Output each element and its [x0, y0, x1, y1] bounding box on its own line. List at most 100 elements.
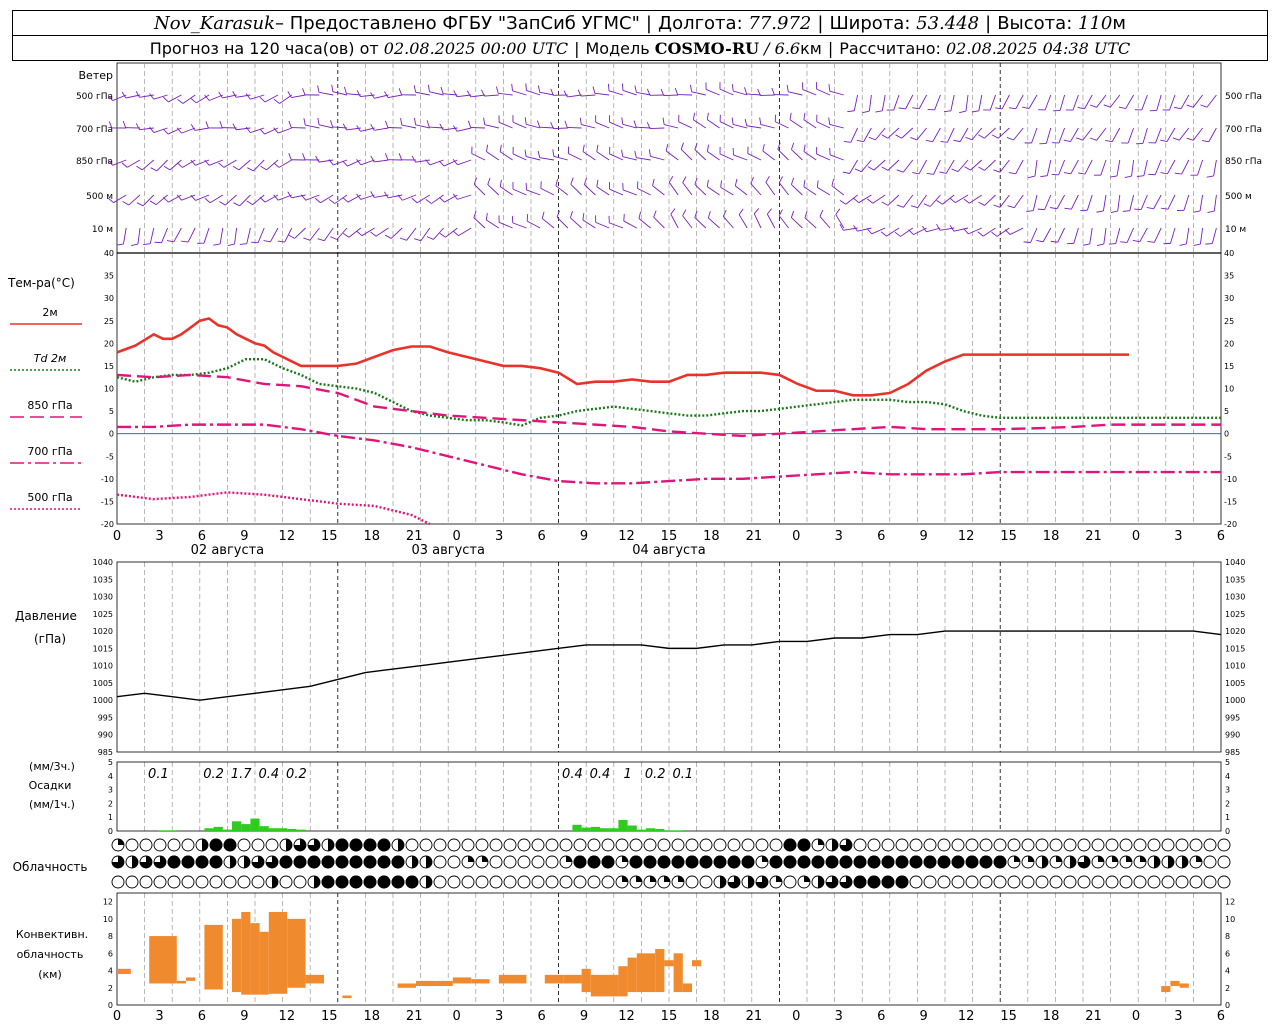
cloud-circle [489, 838, 503, 852]
wind-barb-flag [1200, 104, 1208, 108]
wind-barb-flag [190, 98, 197, 104]
wind-barb [1166, 127, 1176, 142]
wind-barb [1116, 159, 1121, 176]
wind-barb [1153, 194, 1162, 209]
wind-barb-flag [569, 210, 573, 218]
wind-barb [835, 214, 845, 229]
cloud-circle [475, 875, 489, 889]
wind-barb-flag [842, 171, 850, 174]
cloud-circle [559, 838, 573, 852]
wind-barb [1183, 194, 1190, 211]
cloud-circle [657, 838, 671, 852]
precip-bar [158, 830, 168, 831]
cloud-title: Облачность [13, 860, 88, 874]
temp-x-tick: 0 [792, 529, 800, 544]
cloud-symbol [111, 838, 125, 852]
wind-barb [415, 91, 430, 96]
cloud-symbol [993, 875, 1007, 889]
precip-bar [296, 829, 306, 831]
wind-level-label: 700 гПа [76, 125, 113, 135]
cloud-symbol [167, 875, 181, 889]
wind-barb-flag [344, 86, 347, 94]
wind-barb [817, 186, 831, 196]
cloud-symbol [1203, 875, 1217, 889]
wind-barb-flag [766, 208, 772, 215]
cloud-symbol [531, 855, 545, 869]
conv-bar [452, 977, 472, 984]
cloud-circle [433, 838, 447, 852]
cloud-symbol [1119, 855, 1133, 869]
cloud-symbol [937, 875, 951, 889]
temp-legend-label: 2м [42, 306, 57, 319]
wind-barb [1199, 194, 1204, 212]
wind-barb [1185, 227, 1190, 245]
wind-barb [789, 119, 803, 129]
cloud-symbol [783, 855, 797, 869]
cloud-circle [419, 838, 433, 852]
wind-barb-flag [1028, 175, 1036, 179]
cloud-symbol [1161, 855, 1175, 869]
cloud-fill [272, 876, 278, 888]
conv-bar [287, 918, 306, 988]
wind-barb-flag [302, 88, 306, 96]
wind-barb [594, 92, 610, 96]
cloud-fill [1112, 856, 1118, 862]
cloud-symbol [825, 838, 839, 852]
wind-barb [775, 121, 789, 129]
cloud-symbol [475, 838, 489, 852]
cloud-fill [937, 855, 951, 869]
wind-barb [849, 159, 858, 174]
cloud-fill [979, 855, 993, 869]
cloud-fill [748, 876, 754, 888]
wind-barb-flag [662, 117, 665, 125]
wind-barb-flag [963, 198, 970, 204]
conv-x-tick: 9 [240, 1009, 248, 1024]
wind-barb [443, 159, 458, 167]
wind-barb-flag [315, 155, 320, 163]
cloud-symbol [1091, 838, 1105, 852]
temp-tick-left: 40 [104, 249, 114, 258]
cloud-symbol [517, 838, 531, 852]
cloud-symbol [769, 875, 783, 889]
cloud-symbol [531, 875, 545, 889]
cloud-symbol [895, 875, 909, 889]
wind-barb [567, 94, 582, 98]
wind-barb [766, 213, 776, 229]
wind-barb [858, 194, 872, 204]
cloud-fill [783, 855, 797, 869]
conv-x-tick: 15 [1000, 1009, 1017, 1024]
wind-barb-flag [943, 110, 951, 113]
wind-barb [1013, 194, 1024, 208]
cloud-symbol [615, 838, 629, 852]
wind-barb [433, 227, 444, 240]
cloud-circle [125, 838, 139, 852]
cloud-circle [447, 875, 461, 889]
cloud-symbol [181, 875, 195, 889]
wind-barb-flag [895, 134, 902, 139]
wind-barb-flag [204, 197, 211, 204]
cloud-symbol [1077, 855, 1091, 869]
cloud-symbol [587, 838, 601, 852]
wind-barb-flag [259, 197, 266, 203]
cloud-fill [195, 855, 209, 869]
cloud-fill [132, 856, 138, 868]
wind-barb [720, 186, 734, 196]
cloud-fill [286, 839, 292, 851]
precip-tick-right: 1 [1225, 813, 1230, 822]
wind-barb-flag [427, 84, 430, 92]
wind-barb-flag [896, 204, 904, 208]
cloud-circle [559, 875, 573, 889]
wind-barb-flag [218, 162, 225, 168]
cloud-fill [412, 856, 418, 868]
cloud-fill [573, 855, 587, 869]
wind-barb-flag [467, 90, 472, 98]
cloud-circle [1007, 875, 1021, 889]
wind-barb [187, 227, 196, 243]
pressure-tick-left: 1015 [93, 644, 113, 653]
wind-barb-flag [731, 117, 734, 125]
cloud-symbol [307, 875, 321, 889]
cloud-symbol [671, 855, 685, 869]
wind-barb [498, 221, 513, 229]
wind-barb [137, 227, 141, 245]
wind-barb-flag [122, 201, 129, 206]
